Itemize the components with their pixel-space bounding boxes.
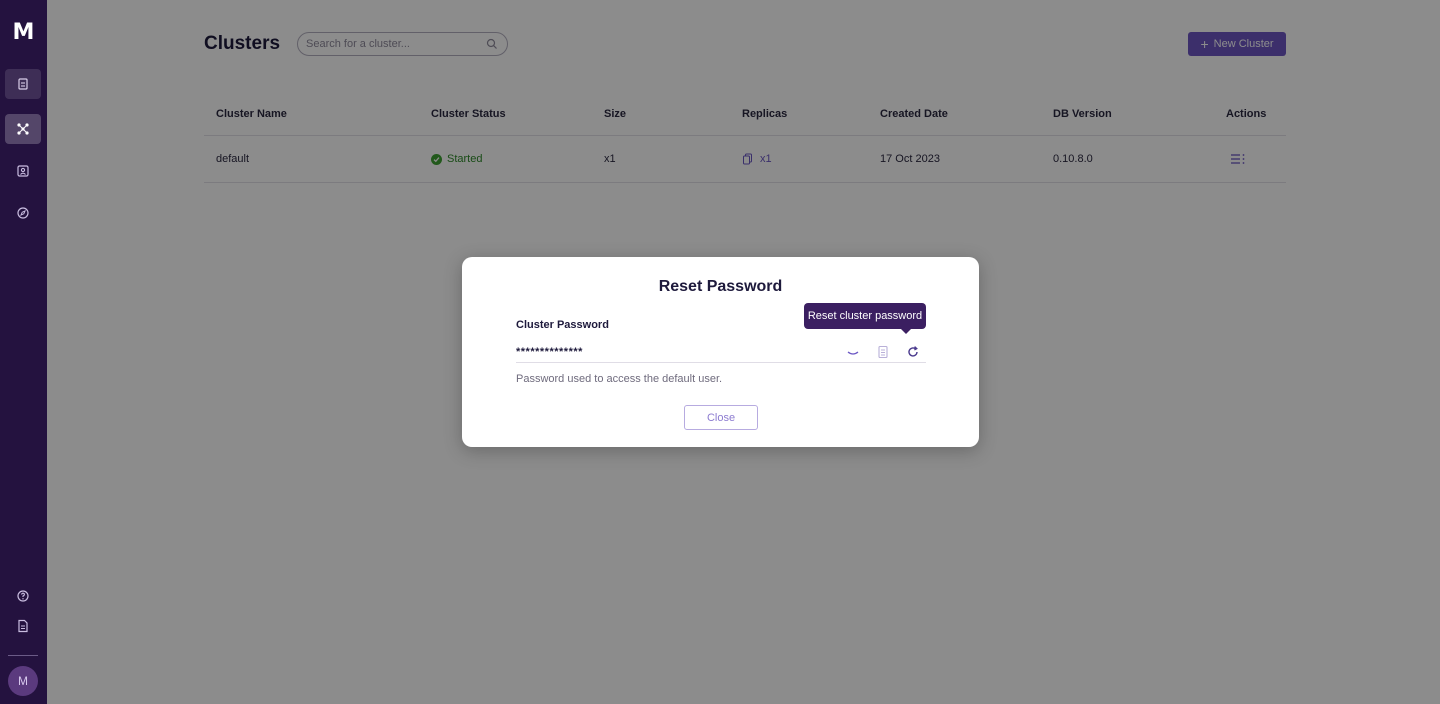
- clusters-icon: [17, 123, 29, 135]
- nav-contacts[interactable]: [5, 156, 41, 186]
- password-field[interactable]: **************: [516, 346, 583, 358]
- nav-help[interactable]: [5, 581, 41, 611]
- copy-icon: [878, 345, 888, 359]
- sidebar-divider: [8, 655, 38, 656]
- nav-clusters[interactable]: [5, 114, 41, 144]
- close-button[interactable]: Close: [684, 405, 758, 430]
- refresh-icon: [908, 346, 918, 357]
- reset-password-button[interactable]: [906, 345, 920, 359]
- show-password-button[interactable]: [846, 345, 860, 359]
- eye-icon: [847, 351, 859, 355]
- password-underline: [516, 362, 926, 363]
- reset-password-dialog: Reset Password Cluster Password Reset cl…: [462, 257, 979, 447]
- avatar[interactable]: M: [8, 666, 38, 696]
- dialog-title: Reset Password: [658, 278, 783, 295]
- sidebar: M M: [0, 0, 47, 704]
- nav-databases[interactable]: [5, 69, 41, 99]
- app-logo: M: [12, 20, 35, 45]
- password-helper-text: Password used to access the default user…: [516, 373, 723, 385]
- help-icon: [17, 590, 29, 602]
- database-icon: [18, 78, 28, 90]
- copy-password-button[interactable]: [876, 345, 890, 359]
- reset-password-tooltip: Reset cluster password: [804, 303, 926, 334]
- contacts-icon: [17, 165, 29, 177]
- password-field-label: Cluster Password: [516, 319, 609, 331]
- nav-explore[interactable]: [5, 198, 41, 228]
- document-icon: [18, 619, 28, 633]
- nav-docs[interactable]: [5, 611, 41, 641]
- compass-icon: [17, 207, 29, 219]
